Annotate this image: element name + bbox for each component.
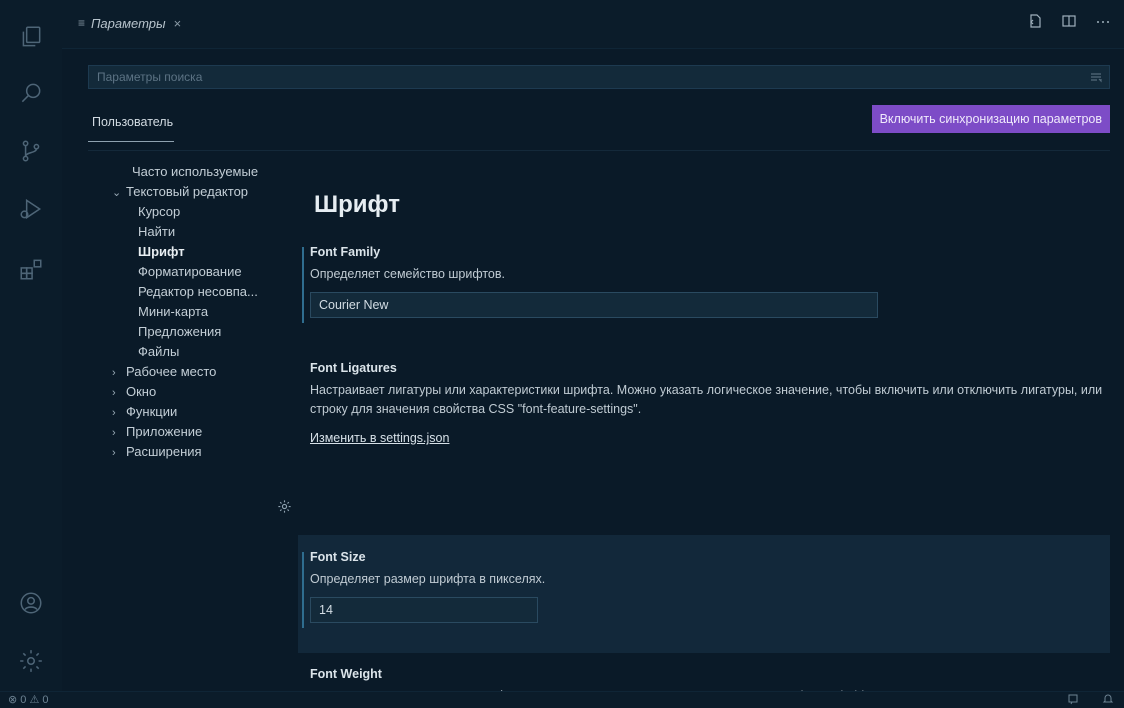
active-tab-underline bbox=[88, 141, 174, 142]
toc-item-text-editor[interactable]: ⌄ Текстовый редактор bbox=[112, 182, 302, 202]
setting-font-size: Font Size Определяет размер шрифта в пик… bbox=[298, 550, 1120, 628]
toc-label: Окно bbox=[126, 384, 157, 399]
split-editor-icon[interactable] bbox=[1060, 12, 1078, 30]
setting-font-family: Font Family Определяет семейство шрифтов… bbox=[298, 245, 1120, 323]
feedback-icon[interactable] bbox=[1068, 693, 1080, 708]
tab-title: Параметры bbox=[91, 15, 166, 31]
problems-status[interactable]: ⊗ 0 ⚠ 0 bbox=[8, 693, 48, 706]
filter-icon[interactable] bbox=[1089, 70, 1103, 87]
toc-item-application[interactable]: › Приложение bbox=[112, 422, 302, 442]
chevron-down-icon: ⌄ bbox=[112, 187, 122, 199]
header-divider bbox=[88, 150, 1110, 151]
account-icon[interactable] bbox=[18, 590, 44, 616]
settings-search-input[interactable]: Параметры поиска bbox=[88, 65, 1110, 89]
tab-settings[interactable]: ≡ Параметры × bbox=[78, 10, 181, 36]
font-size-input[interactable]: 14 bbox=[310, 597, 538, 623]
source-control-icon[interactable] bbox=[18, 138, 44, 164]
chevron-right-icon: › bbox=[112, 387, 116, 399]
tab-user-settings[interactable]: Пользователь bbox=[92, 115, 173, 129]
modified-indicator bbox=[302, 552, 304, 628]
setting-title: Font Ligatures bbox=[310, 361, 397, 375]
toc-label: Текстовый редактор bbox=[126, 184, 249, 199]
toc-item-cursor[interactable]: Курсор bbox=[112, 202, 302, 222]
setting-gear-icon[interactable] bbox=[277, 499, 292, 518]
setting-title: Font Family bbox=[310, 245, 381, 259]
run-debug-icon[interactable] bbox=[18, 196, 44, 222]
chevron-right-icon: › bbox=[112, 407, 116, 419]
notifications-icon[interactable] bbox=[1102, 693, 1114, 708]
toc-label: Функции bbox=[126, 404, 178, 419]
toc-label: Приложение bbox=[126, 424, 203, 439]
toc-item-extensions[interactable]: › Расширения bbox=[112, 442, 302, 462]
settings-editor-icon: ≡ bbox=[78, 16, 86, 30]
setting-description: Определяет семейство шрифтов. bbox=[310, 267, 506, 281]
editor-tab-bar: ≡ Параметры × bbox=[62, 0, 1124, 49]
chevron-right-icon: › bbox=[112, 367, 116, 379]
toc-item-formatting[interactable]: Форматирование bbox=[112, 262, 302, 282]
editor-actions bbox=[1026, 12, 1112, 30]
toc-item-window[interactable]: › Окно bbox=[112, 382, 302, 402]
explorer-icon[interactable] bbox=[18, 24, 44, 50]
turn-on-sync-button[interactable]: Включить синхронизацию параметров bbox=[871, 105, 1110, 133]
toc-item-find[interactable]: Найти bbox=[112, 222, 302, 242]
toc-item-frequent[interactable]: Часто используемые bbox=[112, 162, 302, 182]
close-icon[interactable]: × bbox=[174, 16, 182, 31]
more-actions-icon[interactable] bbox=[1094, 12, 1112, 30]
status-bar: ⊗ 0 ⚠ 0 bbox=[0, 691, 1124, 708]
toc-item-diff-editor[interactable]: Редактор несовпа... bbox=[112, 282, 302, 302]
chevron-right-icon: › bbox=[112, 447, 116, 459]
toc-item-suggestions[interactable]: Предложения bbox=[112, 322, 302, 342]
settings-toc: Часто используемые ⌄ Текстовый редактор К… bbox=[112, 162, 302, 462]
search-placeholder: Параметры поиска bbox=[97, 70, 203, 84]
font-family-input[interactable]: Courier New bbox=[310, 292, 878, 318]
toc-item-files[interactable]: Файлы bbox=[112, 342, 302, 362]
settings-editor: Параметры поиска Пользователь Включить с… bbox=[62, 49, 1124, 703]
toc-item-font[interactable]: Шрифт bbox=[112, 242, 302, 262]
manage-gear-icon[interactable] bbox=[18, 648, 44, 674]
open-json-icon[interactable] bbox=[1026, 12, 1044, 30]
extensions-icon[interactable] bbox=[18, 256, 44, 282]
search-icon[interactable] bbox=[18, 80, 44, 106]
setting-title: Font Weight bbox=[310, 667, 382, 681]
edit-in-settings-json-link[interactable]: Изменить в settings.json bbox=[310, 431, 1120, 445]
toc-label: Рабочее место bbox=[126, 364, 217, 379]
chevron-right-icon: › bbox=[112, 427, 116, 439]
modified-indicator bbox=[302, 247, 304, 323]
toc-item-workbench[interactable]: › Рабочее место bbox=[112, 362, 302, 382]
toc-item-features[interactable]: › Функции bbox=[112, 402, 302, 422]
status-right bbox=[1068, 693, 1114, 708]
toc-item-minimap[interactable]: Мини-карта bbox=[112, 302, 302, 322]
setting-font-ligatures: Font Ligatures Настраивает лигатуры или … bbox=[298, 361, 1120, 445]
setting-description: Настраивает лигатуры или характеристики … bbox=[310, 383, 1103, 416]
toc-label: Расширения bbox=[126, 444, 202, 459]
setting-description: Определяет размер шрифта в пикселях. bbox=[310, 572, 546, 586]
section-title: Шрифт bbox=[314, 191, 400, 218]
activity-bar bbox=[0, 0, 63, 692]
setting-title: Font Size bbox=[310, 550, 366, 564]
